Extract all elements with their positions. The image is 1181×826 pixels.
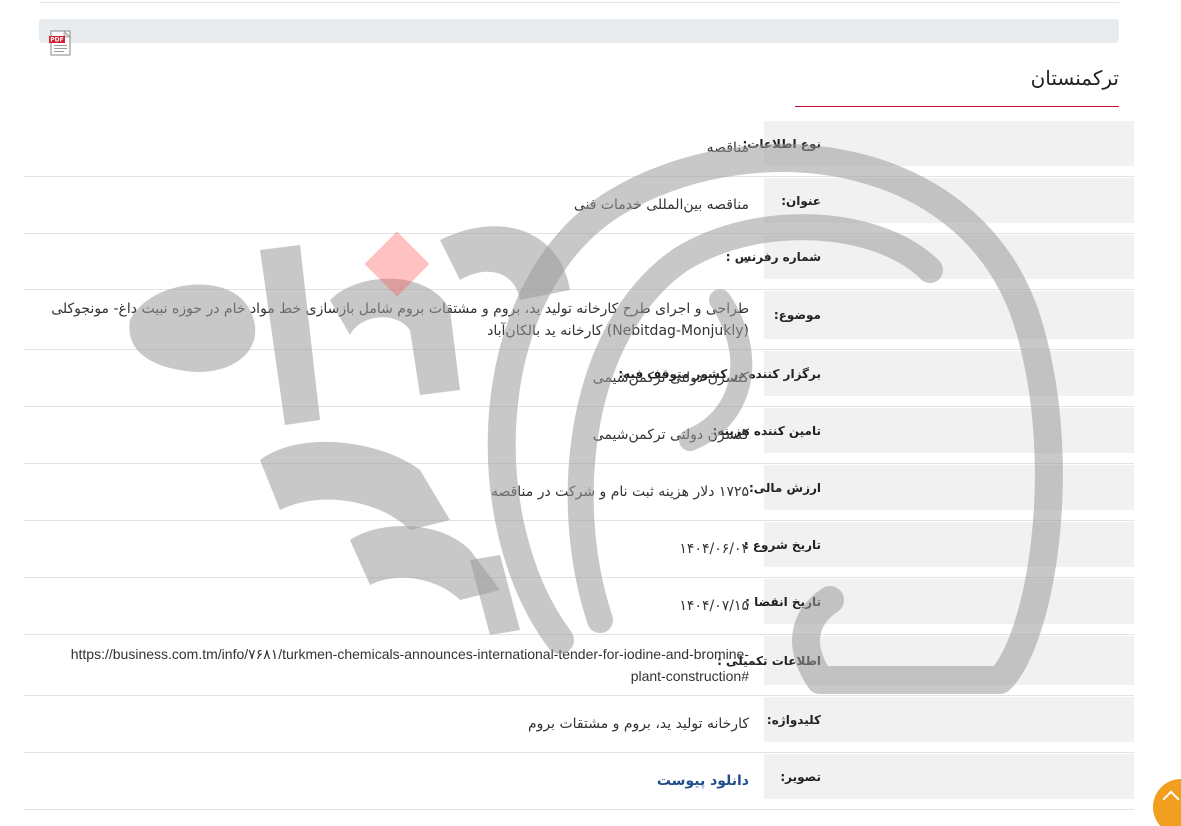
- row-value: طراحی و اجرای طرح کارخانه تولید ید، بروم…: [51, 300, 749, 339]
- row-value: مناقصه بین‌المللی خدمات فنی: [573, 197, 749, 213]
- row-label: تاریخ شروع :: [743, 537, 821, 552]
- row-value: ۱۴۰۴/۰۶/۰۴: [679, 541, 749, 557]
- row-value: کنسرن دولتی ترکمن‌شیمی: [592, 370, 749, 386]
- more-info-url: https://business.com.tm/info/۷۶۸۱/turkme…: [70, 646, 749, 684]
- row-label: ارزش مالی:: [748, 480, 821, 495]
- row-value: مناقصه: [706, 140, 749, 156]
- row-label: تصویر:: [780, 769, 821, 784]
- table-row: نوع اطلاعات: مناقصه: [24, 120, 1134, 177]
- table-row: ارزش مالی: ۱۷۲۵ دلار هزینه ثبت نام و شرک…: [24, 464, 1134, 521]
- table-row: عنوان: مناقصه بین‌المللی خدمات فنی: [24, 177, 1134, 234]
- row-label: نوع اطلاعات:: [742, 136, 822, 151]
- row-label-cell: تامین کننده هزینه:: [712, 408, 1134, 453]
- row-value: کارخانه تولید ید، بروم و مشتقات بروم: [527, 716, 749, 732]
- row-label: موضوع:: [773, 308, 821, 322]
- row-label-cell: شماره رفرنس :: [726, 235, 1134, 279]
- row-label-cell: تاریخ شروع :: [744, 522, 1134, 567]
- table-row: تاریخ شروع : ۱۴۰۴/۰۶/۰۴: [24, 521, 1134, 578]
- table-row: تصویر: دانلود پیوست: [24, 753, 1134, 810]
- table-row: شماره رفرنس : --: [24, 234, 1134, 290]
- row-label-cell: اطلاعات تکمیلی :: [717, 636, 1134, 685]
- row-label: عنوان:: [781, 193, 821, 208]
- row-value: --: [738, 253, 749, 270]
- row-value: کنسرن دولتی ترکمن‌شیمی: [592, 427, 749, 443]
- table-row: برگزار کننده در کشور متوقف فیه: کنسرن دو…: [24, 350, 1134, 407]
- download-attachment-link[interactable]: دانلود پیوست: [657, 773, 749, 789]
- row-label-cell: تصویر:: [764, 754, 1134, 799]
- row-value: ۱۷۲۵ دلار هزینه ثبت نام و شرکت در مناقصه: [490, 484, 749, 500]
- pdf-file-icon[interactable]: PDF: [48, 30, 73, 56]
- row-label-cell: ارزش مالی:: [749, 465, 1134, 510]
- table-row: اطلاعات تکمیلی : https://business.com.tm…: [24, 635, 1134, 696]
- row-value: ۱۴۰۴/۰۷/۱۵: [679, 598, 749, 614]
- row-label-cell: کلیدواژه:: [764, 697, 1134, 742]
- row-label-cell: عنوان:: [764, 178, 1134, 223]
- row-label: تاریخ انقضا :: [745, 594, 821, 609]
- row-label-cell: نوع اطلاعات:: [743, 121, 1134, 166]
- row-label-cell: موضوع:: [764, 291, 1134, 339]
- svg-text:PDF: PDF: [50, 37, 63, 44]
- scroll-top-button[interactable]: [1153, 779, 1181, 826]
- top-divider: [39, 0, 1119, 3]
- chevron-up-icon: [1162, 790, 1180, 808]
- table-row: کلیدواژه: کارخانه تولید ید، بروم و مشتقا…: [24, 696, 1134, 753]
- row-label-cell: تاریخ انقضا :: [745, 579, 1134, 624]
- title-underline: [795, 106, 1119, 107]
- table-row: موضوع: طراحی و اجرای طرح کارخانه تولید ی…: [24, 290, 1134, 350]
- table-row: تاریخ انقضا : ۱۴۰۴/۰۷/۱۵: [24, 578, 1134, 635]
- toolbar-bar: [39, 19, 1119, 43]
- page-title: ترکمنستان: [1030, 66, 1119, 90]
- table-row: تامین کننده هزینه: کنسرن دولتی ترکمن‌شیم…: [24, 407, 1134, 464]
- row-label: کلیدواژه:: [766, 712, 821, 727]
- row-label-cell: برگزار کننده در کشور متوقف فیه:: [618, 351, 1134, 396]
